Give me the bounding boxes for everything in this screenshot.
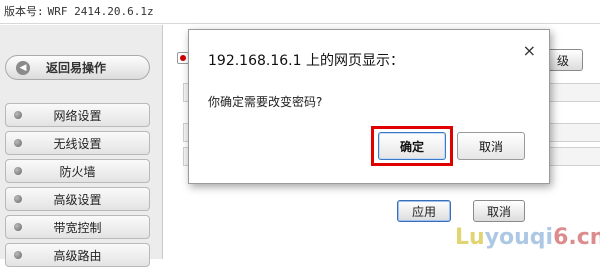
- watermark-logo: Luyouqi6.cn: [455, 225, 600, 250]
- sidebar-item-label: 无线设置: [53, 136, 102, 151]
- sidebar-item-label: 网络设置: [53, 108, 102, 123]
- sidebar-item-routing[interactable]: 高级路由: [5, 243, 150, 267]
- dialog-cancel-label: 取消: [478, 139, 503, 154]
- sidebar-item-label: 带宽控制: [53, 220, 102, 235]
- bullet-icon: [14, 223, 22, 231]
- sidebar-item-bandwidth[interactable]: 带宽控制: [5, 215, 150, 239]
- version-value: WRF 2414.20.6.1z: [47, 5, 154, 18]
- apply-label: 应用: [411, 204, 436, 219]
- sidebar-item-label: 高级路由: [53, 248, 102, 263]
- sidebar-item-network[interactable]: 网络设置: [5, 103, 150, 127]
- confirm-dialog: 192.168.16.1 上的网页显示： × 你确定需要改变密码? 确定 取消: [188, 29, 550, 184]
- bullet-icon: [14, 111, 22, 119]
- back-to-easy-mode-button[interactable]: ◀ 返回易操作: [5, 55, 150, 80]
- cancel-button[interactable]: 取消: [473, 200, 525, 222]
- dialog-title: 192.168.16.1 上的网页显示：: [208, 53, 404, 69]
- bullet-icon: [14, 139, 22, 147]
- back-button-label: 返回易操作: [46, 61, 107, 75]
- bullet-icon: [14, 195, 22, 203]
- back-arrow-icon: ◀: [16, 60, 30, 75]
- sidebar-item-label: 防火墙: [59, 164, 96, 179]
- cancel-label: 取消: [486, 204, 511, 219]
- sidebar: ◀ 返回易操作 网络设置 无线设置 防火墙 高级设置 带宽控制 高级路由: [0, 25, 163, 267]
- bullet-icon: [14, 251, 22, 259]
- sidebar-item-label: 高级设置: [53, 192, 102, 207]
- bullet-icon: [14, 167, 22, 175]
- ok-label: 确定: [399, 139, 424, 154]
- dialog-cancel-button[interactable]: 取消: [457, 132, 525, 160]
- sidebar-item-advanced[interactable]: 高级设置: [5, 187, 150, 211]
- version-bar: 版本号: WRF 2414.20.6.1z: [0, 0, 600, 24]
- apply-button[interactable]: 应用: [397, 200, 451, 222]
- top-action-label: 级: [556, 53, 569, 68]
- close-icon[interactable]: ×: [523, 43, 536, 59]
- sidebar-item-firewall[interactable]: 防火墙: [5, 159, 150, 183]
- dialog-message: 你确定需要改变密码?: [208, 95, 323, 109]
- ok-button[interactable]: 确定: [378, 132, 446, 160]
- sidebar-item-wireless[interactable]: 无线设置: [5, 131, 150, 155]
- version-label: 版本号:: [4, 5, 44, 18]
